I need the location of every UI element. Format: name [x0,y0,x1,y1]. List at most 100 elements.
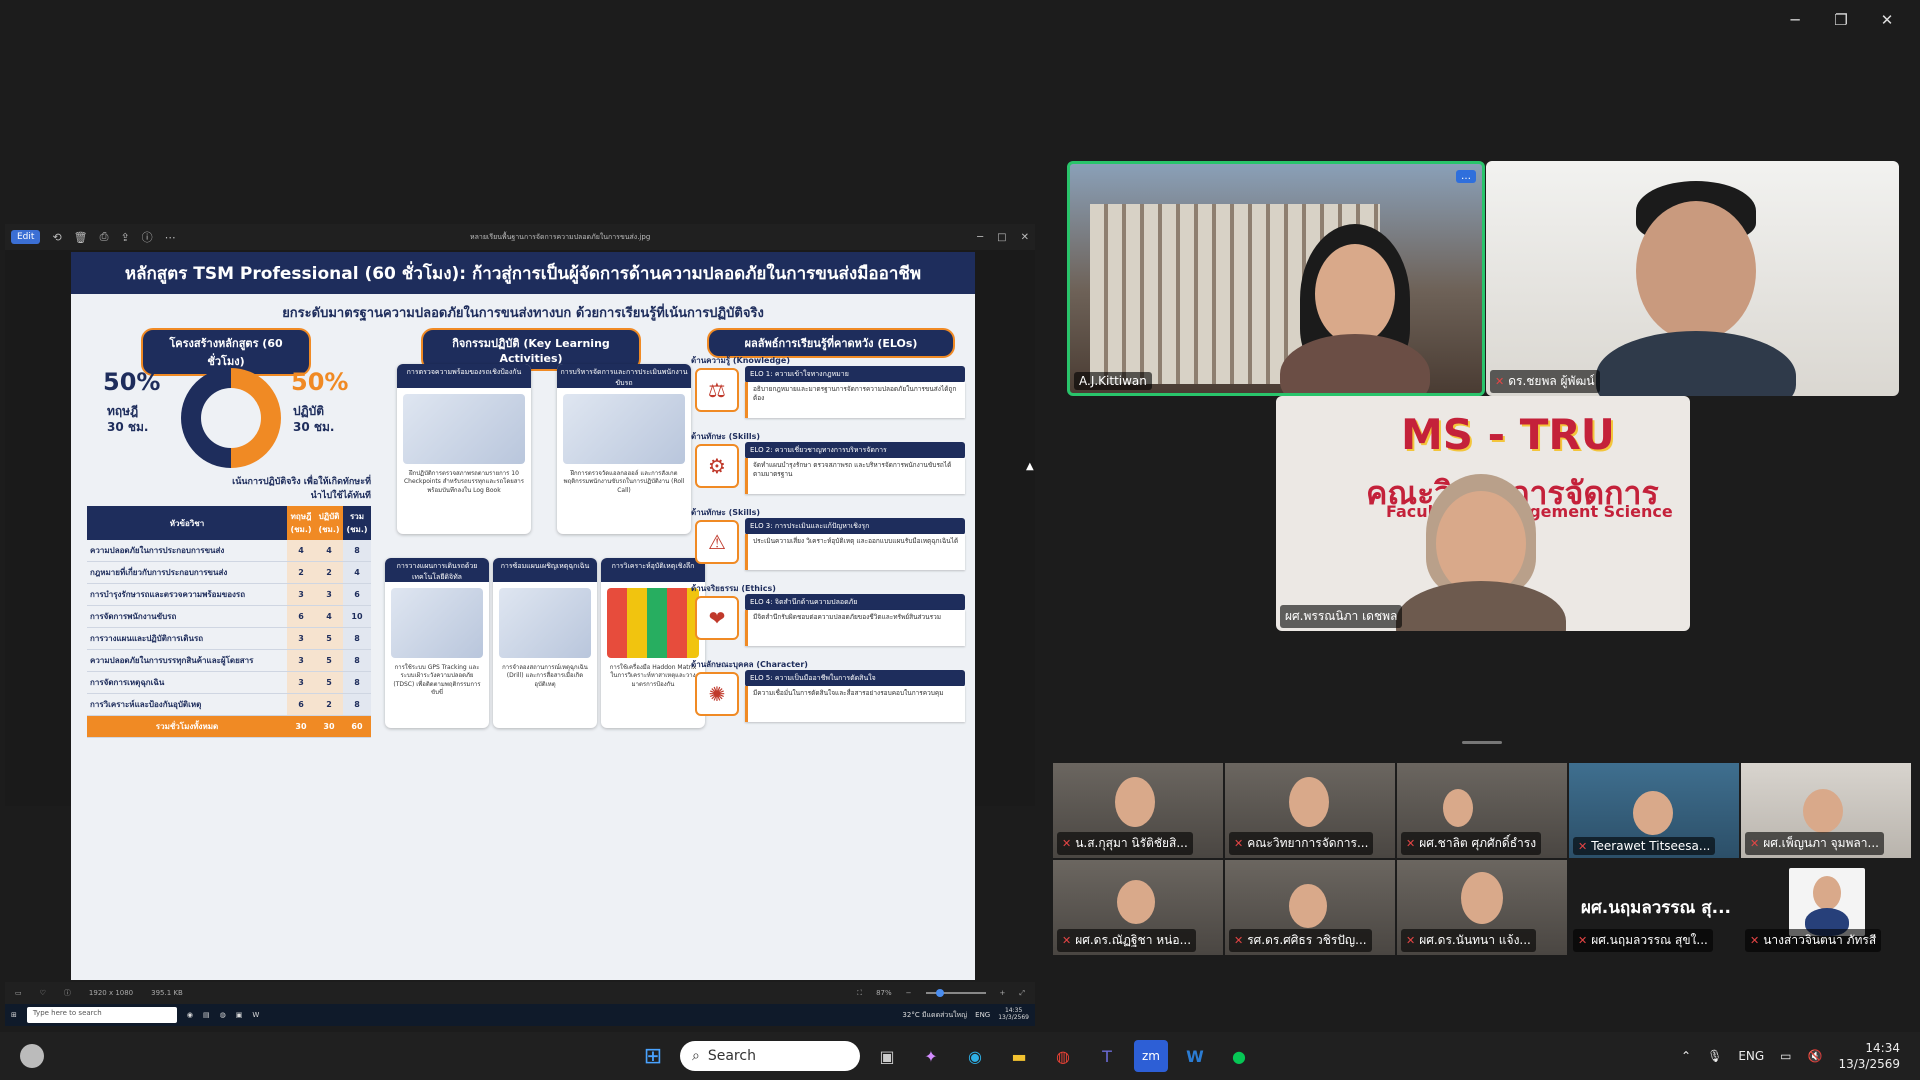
participant-name: ผศ.พรรณนิภา เดชพล [1280,605,1403,628]
elo-item: ✺ ELO 5: ความเป็นมืออาชีพในการตัดสินใจ ม… [695,666,967,726]
fit-icon[interactable]: ⛶ [857,989,862,998]
brain-icon: ✺ [695,672,739,716]
row-theory: 3 [287,671,315,694]
theory-percent: 50% [103,368,161,396]
participant-face [1813,876,1841,910]
info-icon[interactable]: ⓘ [64,988,71,998]
tile-more-button[interactable]: … [1456,170,1476,183]
poster-title: หลักสูตร TSM Professional (60 ชั่วโมง): … [71,252,975,294]
participant-name-text: ผศ.ดร.นันทนา แจ้ง... [1419,933,1531,947]
language-indicator[interactable]: ENG [1738,1049,1764,1063]
video-tile[interactable]: MS - TRU คณะวิทยาการจัดการ Faculty of Ma… [1276,396,1690,631]
more-icon[interactable]: ⋯ [165,231,176,244]
mic-muted-icon: ✕ [1062,837,1072,850]
zoom-level[interactable]: 87% [876,989,892,997]
learning-outcomes: ผลลัพธ์การเรียนรู้ที่คาดหวัง (ELOs) ด้าน… [691,328,971,888]
taskbar-search[interactable]: ⌕ Search [680,1041,860,1071]
mic-muted-icon: ✕ [1062,934,1072,947]
total-sum: 60 [343,715,371,738]
row-total: 8 [343,627,371,650]
share-icon[interactable]: ⇪ [120,231,129,244]
remote-word-icon[interactable]: W [252,1011,259,1019]
row-total: 8 [343,540,371,562]
mic-muted-icon: ✕ [1234,934,1244,947]
remote-chrome-icon[interactable]: ◍ [220,1011,226,1019]
gallery-resize-handle[interactable] [1462,741,1502,744]
gallery-tile[interactable]: ✕ ผศ.ดร.นันทนา แจ้ง... [1397,860,1567,955]
chevron-up-icon[interactable]: ⌃ [1681,1049,1691,1063]
task-view-icon[interactable]: ▣ [870,1040,904,1072]
participant-body [1396,581,1566,631]
maximize-icon[interactable]: □ [997,232,1006,243]
activity-card-title: การตรวจความพร้อมของรถเชิงป้องกัน [397,364,531,388]
video-tile-active-speaker[interactable]: … A.J.Kittiwan [1067,161,1485,396]
remote-clock: 14:35 13/3/2569 [998,1008,1029,1021]
volume-muted-icon[interactable]: 🔇 [1808,1049,1823,1063]
chrome-icon[interactable]: ◍ [1046,1040,1080,1072]
col-theory: ทฤษฎี (ชม.) [287,506,315,540]
remote-folder-icon[interactable]: ▤ [203,1011,210,1019]
elo-item: ⚙ ELO 2: ความเชี่ยวชาญทางการบริหารจัดการ… [695,438,967,498]
close-icon[interactable]: ✕ [1021,232,1029,243]
minimize-button[interactable]: ─ [1772,6,1818,34]
remote-taskbar: ⊞ Type here to search ◉ ▤ ◍ ▣ W 32°C มีแ… [5,1004,1035,1026]
network-icon[interactable]: ▭ [1780,1049,1791,1063]
weather-icon[interactable] [20,1044,44,1068]
participant-name: ✕ ดร.ชยพล ผู้พัฒน์ [1490,370,1600,393]
gallery-tile[interactable]: ✕ ผศ.ชาลิต ศุภศักดิ์ธำรง [1397,763,1567,858]
start-icon[interactable]: ⊞ [636,1040,670,1072]
theory-hours: 30 ชม. [107,420,149,434]
gallery-tile[interactable]: ผศ.นฤมลวรรณ สุ... ✕ ผศ.นฤมลวรรณ สุขใ... [1569,860,1739,955]
edit-button[interactable]: Edit [11,230,41,244]
zoom-icon[interactable]: zm [1134,1040,1168,1072]
print-icon[interactable]: ⎙ [100,230,109,244]
participant-name: A.J.Kittiwan [1074,372,1152,390]
minimize-icon[interactable]: ─ [977,232,983,243]
word-icon[interactable]: W [1178,1040,1212,1072]
info-icon[interactable]: ⓘ [142,229,153,245]
edge-icon[interactable]: ◉ [958,1040,992,1072]
gallery-tile[interactable]: ✕ นางสาวจินตนา ภัทรสี [1741,860,1911,955]
remote-start-icon[interactable]: ⊞ [11,1011,17,1019]
delete-icon[interactable]: 🗑 [74,231,88,244]
gallery-tile[interactable]: ✕ น.ส.กุสุมา นิรัติชัยสิ... [1053,763,1223,858]
close-button[interactable]: ✕ [1864,6,1910,34]
gallery-tile[interactable]: ✕ คณะวิทยาการจัดการ... [1225,763,1395,858]
video-tile[interactable]: ✕ ดร.ชยพล ผู้พัฒน์ [1486,161,1899,396]
gallery-tile[interactable]: ✕ ผศ.ดร.ณัฏฐิชา หน่อ... [1053,860,1223,955]
remote-search-box[interactable]: Type here to search [26,1007,177,1023]
total-label: รวมชั่วโมงทั้งหมด [87,715,287,738]
participant-face [1443,789,1473,827]
row-practice: 5 [315,627,343,650]
rotate-icon[interactable]: ⟲ [52,231,61,244]
file-explorer-icon[interactable]: ▬ [1002,1040,1036,1072]
favorite-icon[interactable]: ♡ [40,989,46,997]
remote-zoom-icon[interactable]: ▣ [236,1011,243,1019]
row-total: 10 [343,605,371,628]
copilot-icon[interactable]: ✦ [914,1040,948,1072]
activity-card: การตรวจความพร้อมของรถเชิงป้องกัน ฝึกปฏิบ… [397,364,531,534]
participant-name: ✕ คณะวิทยาการจัดการ... [1229,832,1374,855]
row-theory: 2 [287,561,315,584]
viewer-filename: หลายเรียนพื้นฐานการจัดการความปลอดภัยในกา… [470,232,651,241]
zoom-slider[interactable] [925,989,986,997]
table-row: การวิเคราะห์และป้องกันอุบัติเหตุ 6 2 8 [87,693,371,716]
image-viewer-toolbar: Edit ⟲ 🗑 ⎙ ⇪ ⓘ ⋯ หลายเรียนพื้นฐานการจัดก… [5,224,1035,250]
restore-button[interactable]: ❐ [1818,6,1864,34]
remote-edge-icon[interactable]: ◉ [187,1011,193,1019]
clock[interactable]: 14:34 13/3/2569 [1838,1040,1900,1072]
zoom-in-icon[interactable]: + [1000,989,1006,997]
shared-screen: Edit ⟲ 🗑 ⎙ ⇪ ⓘ ⋯ หลายเรียนพื้นฐานการจัดก… [5,224,1035,1026]
gallery-tile[interactable]: ✕ Teerawet Titseesa... [1569,763,1739,858]
gallery-tile[interactable]: ✕ ผศ.เพ็ญนภา จุมพลา... [1741,763,1911,858]
zoom-out-icon[interactable]: − [906,989,912,997]
row-practice: 3 [315,583,343,606]
teams-icon[interactable]: T [1090,1040,1124,1072]
filmstrip-icon[interactable]: ▭ [15,989,22,997]
gallery-tile[interactable]: ✕ รศ.ดร.ศศิธร วชิรปัญ... [1225,860,1395,955]
microphone-icon[interactable]: 🎙 [1707,1049,1722,1063]
line-icon[interactable]: ● [1222,1040,1256,1072]
fullscreen-icon[interactable]: ⤢ [1019,989,1025,998]
table-row: การบำรุงรักษารถและตรวจความพร้อมของรถ 3 3 6 [87,583,371,606]
participant-face [1289,777,1329,827]
